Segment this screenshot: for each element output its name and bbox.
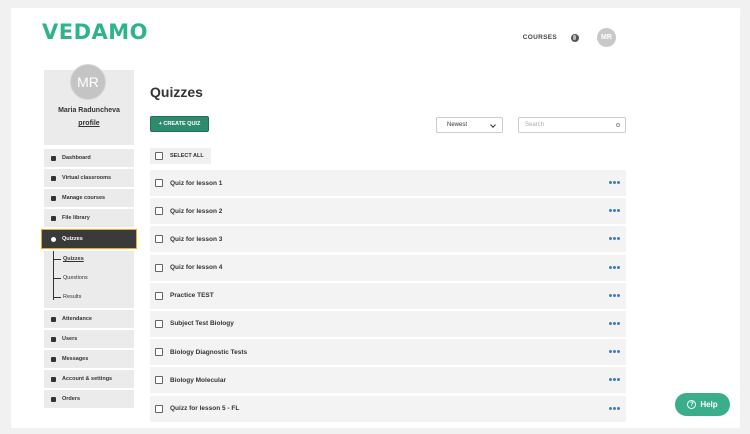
quiz-title[interactable]: Quiz for lesson 1 [170,180,222,187]
sidebar-item-file-library[interactable]: File library [44,209,134,227]
document-icon [51,316,56,322]
envelope-icon [51,356,56,362]
book-icon [51,195,56,201]
create-quiz-button[interactable]: + CREATE QUIZ [150,116,209,132]
quiz-title[interactable]: Quiz for lesson 3 [170,236,222,243]
more-options-icon[interactable] [608,265,620,269]
chevron-down-icon [490,122,496,128]
list-item[interactable]: Quiz for lesson 1 [150,170,626,196]
app-window: VEDAMO COURSES MR MR Maria Raduncheva pr… [11,8,740,428]
quiz-title[interactable]: Biology Diagnostic Tests [170,349,247,356]
checkbox[interactable] [155,319,163,328]
list-item[interactable]: Biology Diagnostic Tests [150,339,626,366]
profile-link[interactable]: profile [44,120,134,127]
courses-link[interactable]: COURSES [523,34,557,41]
users-icon [51,336,56,342]
sidebar-item-label: Orders [62,396,81,402]
list-item[interactable]: Quizz for lesson 5 - FL [150,395,626,422]
more-options-icon[interactable] [608,293,620,297]
checkbox[interactable] [155,179,163,187]
more-options-icon[interactable] [608,350,620,354]
quizzes-subnav: Quizzes Questions Results [44,251,134,308]
search-placeholder: Search [525,122,545,128]
checkbox[interactable] [155,376,163,385]
quiz-title[interactable]: Biology Molecular [170,377,226,384]
list-item[interactable]: Quiz for lesson 3 [150,226,626,253]
cart-icon [51,396,56,402]
checkbox[interactable] [155,207,163,216]
quiz-title[interactable]: Quizz for lesson 5 - FL [170,405,239,412]
sidebar-item-orders[interactable]: Orders [44,390,134,408]
more-options-icon[interactable] [608,237,620,241]
sidebar-item-label: Account & settings [62,376,113,382]
quiz-title[interactable]: Quiz for lesson 4 [170,264,222,271]
help-button[interactable]: ? Help [675,393,730,416]
sidebar-item-label: Dashboard [62,155,91,161]
globe-icon[interactable] [571,33,579,42]
sidebar-item-account-settings[interactable]: Account & settings [44,370,134,388]
sort-select-value: Newest [447,122,468,128]
quiz-title[interactable]: Quiz for lesson 2 [170,208,222,215]
more-options-icon[interactable] [608,378,620,382]
checkbox[interactable] [155,235,163,244]
profile-card: MR Maria Raduncheva profile [44,64,134,145]
sidebar-item-quizzes[interactable]: Quizzes [41,229,137,249]
sidebar-item-dashboard[interactable]: Dashboard [44,149,134,167]
list-item[interactable]: Subject Test Biology [150,310,626,337]
search-input[interactable]: Search [518,117,626,133]
select-all-label: SELECT ALL [170,153,204,159]
checkbox[interactable] [155,291,163,300]
sidebar-item-label: Virtual classrooms [62,175,112,181]
subnav-item-quizzes[interactable]: Quizzes [53,256,84,262]
subnav-item-results[interactable]: Results [53,294,81,300]
more-options-icon[interactable] [608,181,620,184]
sidebar-item-manage-courses[interactable]: Manage courses [44,189,134,207]
subnav-item-questions[interactable]: Questions [53,275,88,281]
sidebar-item-messages[interactable]: Messages [44,350,134,368]
gear-icon [51,175,56,181]
top-navigation: COURSES MR [523,28,616,47]
select-all-checkbox[interactable]: SELECT ALL [150,148,211,164]
checkbox[interactable] [155,348,163,357]
quiz-list: Quiz for lesson 1 Quiz for lesson 2 Quiz… [150,170,626,424]
list-item[interactable]: Quiz for lesson 2 [150,198,626,225]
sidebar-item-label: Messages [62,356,89,362]
checkbox[interactable] [155,404,163,413]
user-avatar[interactable]: MR [597,28,616,47]
sidebar-item-label: Attendance [62,316,92,322]
sidebar-item-attendance[interactable]: Attendance [44,310,134,328]
profile-name: Maria Raduncheva [58,107,120,114]
gear-icon [51,376,56,382]
sidebar-item-label: Manage courses [62,195,106,201]
more-options-icon[interactable] [608,406,620,410]
quiz-title[interactable]: Subject Test Biology [170,320,234,327]
help-label: Help [700,400,718,409]
profile-avatar: MR [70,64,106,100]
checkbox[interactable] [155,263,163,272]
checkbox[interactable] [155,152,163,160]
list-item[interactable]: Quiz for lesson 4 [150,254,626,281]
sidebar-item-label: Quizzes [62,236,83,242]
more-options-icon[interactable] [608,321,620,325]
sort-select[interactable]: Newest [436,117,503,133]
question-icon [51,236,56,242]
search-icon [616,123,620,127]
dashboard-icon [51,155,56,161]
list-item[interactable]: Biology Molecular [150,367,626,394]
vedamo-logo[interactable]: VEDAMO [42,20,148,44]
page-title: Quizzes [150,84,203,100]
sidebar-item-label: File library [62,215,90,221]
sidebar-navigation: Dashboard Virtual classrooms Manage cour… [41,149,137,410]
sidebar-item-label: Users [62,336,78,342]
more-options-icon[interactable] [608,209,620,213]
sidebar-item-users[interactable]: Users [44,330,134,348]
quiz-title[interactable]: Practice TEST [170,292,214,299]
question-icon: ? [687,400,697,409]
list-item[interactable]: Practice TEST [150,282,626,309]
cloud-icon [51,215,56,221]
sidebar-item-virtual-classrooms[interactable]: Virtual classrooms [44,169,134,187]
